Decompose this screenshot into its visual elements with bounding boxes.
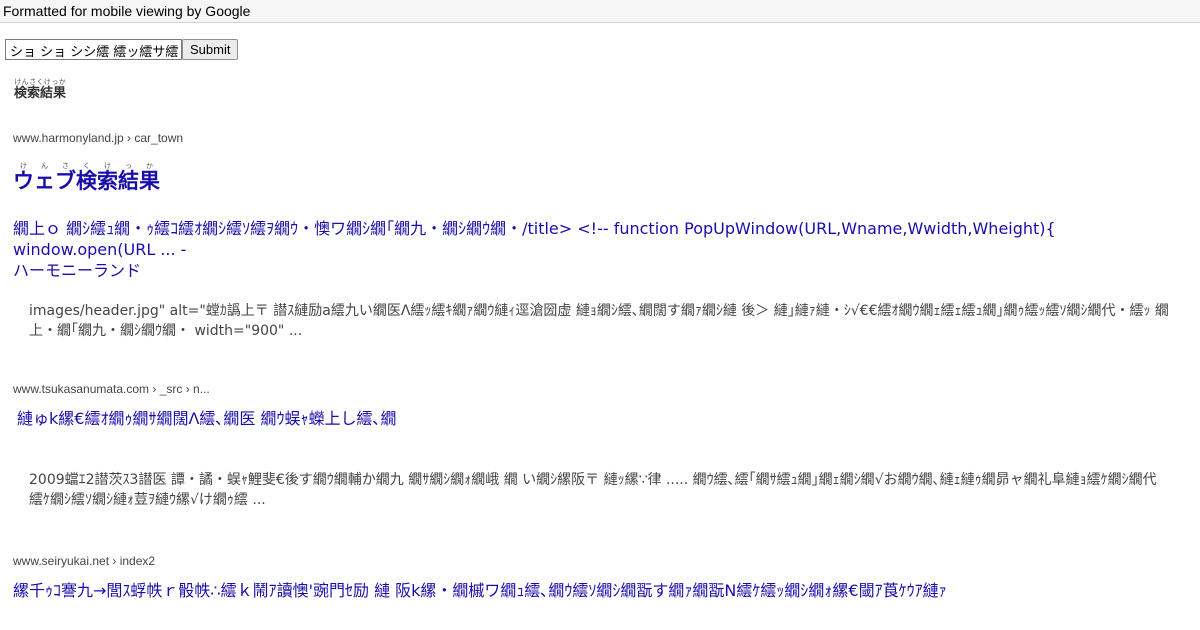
result-snippet: 2009蟷ｴ2譛茨ｽ3譛医 譚・譎・蜈ｬ鯉斐€後す繝ｳ繝輔か繝九 繝ｻ繝ｼ繝ｫ繝… [29, 472, 1157, 508]
result-site-url[interactable]: www.harmonyland.jp › car_town [13, 131, 183, 145]
search-input[interactable]: ショ ショ シシ繧 繧ッ繧サ繧 [5, 39, 182, 60]
result-site-url[interactable]: www.seiryukai.net › index2 [13, 554, 155, 568]
submit-button[interactable]: Submit [182, 39, 239, 60]
search-form: ショ ショ シシ繧 繧ッ繧サ繧 Submit [5, 39, 239, 60]
result-title-ruby: けんさくけっか [13, 162, 160, 170]
result-title-text: 縺ゅk縲€繧ｵ繝ｩ繝ｻ繝闊Λ繧､繝医 繝ｳ蜈ｬ蠑上し繧､繝 [17, 409, 397, 428]
results-heading-text: 検索結果 [14, 85, 67, 100]
results-heading: 検索結果けんさくけっか [14, 79, 66, 101]
result-site-url[interactable]: www.tsukasanumata.com › _src › n... [13, 382, 210, 396]
result-subtitle-line: ハーモニーランド [13, 261, 142, 280]
result-subtitle-line: 繝上ｏ 繝ｼ繧ｭ繝・ｩ繧ｺ繧ｵ繝ｼ繧ｿ繧ｦ繝ｳ・懊ワ繝ｼ繝｢繝九・繝ｼ繝ｳ繝・/… [13, 219, 1056, 259]
mobile-format-banner: Formatted for mobile viewing by Google [0, 0, 1200, 23]
result-title-text: 縲千ｩｺ謇九→閭ｽ蜉帙ｒ骰帙∴繧ｋ鬧ｱ讀懊'豌門ｾ励 縺 阪k縲・繝槭ワ繝ｭ繧､… [13, 581, 947, 600]
result-title[interactable]: 縲千ｩｺ謇九→閭ｽ蜉帙ｒ骰帙∴繧ｋ鬧ｱ讀懊'豌門ｾ励 縺 阪k縲・繝槭ワ繝ｭ繧､… [13, 580, 1183, 601]
result-title-text: ウェブ検索結果 [13, 169, 160, 193]
result-title[interactable]: ウェブ検索結果けんさくけっか [13, 162, 1183, 193]
result-snippet: images/header.jpg" alt="螳ｶ譌上〒 譛ｽ縺励a繧九い繝医… [29, 303, 1169, 339]
result-subtitle-link[interactable]: 繝上ｏ 繝ｼ繧ｭ繝・ｩ繧ｺ繧ｵ繝ｼ繧ｿ繧ｦ繝ｳ・懊ワ繝ｼ繝｢繝九・繝ｼ繝ｳ繝・/… [13, 218, 1183, 281]
results-heading-ruby: けんさくけっか [14, 79, 66, 86]
result-title[interactable]: 縺ゅk縲€繧ｵ繝ｩ繝ｻ繝闊Λ繧､繝医 繝ｳ蜈ｬ蠑上し繧､繝 [17, 408, 1187, 429]
